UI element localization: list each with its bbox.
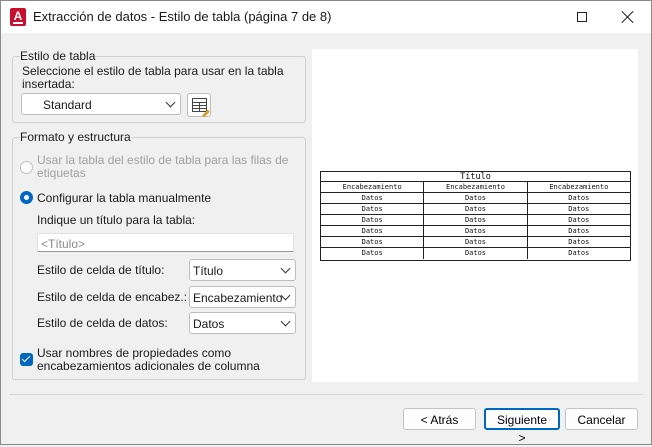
preview-data-cell: Datos <box>321 204 425 214</box>
cancel-button[interactable]: Cancelar <box>565 408 638 430</box>
title-cell-style-label: Estilo de celda de título: <box>37 263 165 277</box>
preview-data-cell: Datos <box>568 216 590 224</box>
title-cell-style-value: Título <box>193 264 224 278</box>
preview-header-cell: Encabezamiento <box>549 183 609 191</box>
chevron-down-icon <box>280 316 291 327</box>
table-style-dropdown-value: Standard <box>43 98 92 112</box>
data-cell-style-label: Estilo de celda de datos: <box>37 316 168 330</box>
preview-data-row: Datos Datos Datos <box>321 248 630 259</box>
preview-data-cell: Datos <box>321 193 425 203</box>
use-property-names-label: Usar nombres de propiedades como encabez… <box>37 346 260 373</box>
preview-data-cell: Datos <box>424 215 528 225</box>
data-cell-style-value: Datos <box>193 317 225 331</box>
preview-data-cell: Datos <box>568 194 590 202</box>
preview-data-cell: Datos <box>424 237 528 247</box>
preview-data-row: Datos Datos Datos <box>321 237 630 248</box>
preview-data-row: Datos Datos Datos <box>321 204 630 215</box>
preview-data-cell: Datos <box>568 205 590 213</box>
preview-data-cell: Datos <box>321 215 425 225</box>
use-style-radio-label: Usar la tabla del estilo de tabla para l… <box>37 153 289 180</box>
header-cell-style-value: Encabezamiento <box>193 291 283 305</box>
header-cell-style-label: Estilo de celda de encabez.: <box>37 290 188 304</box>
preview-data-row: Datos Datos Datos <box>321 215 630 226</box>
preview-header-cell: Encabezamiento <box>424 182 528 192</box>
title-cell-style-dropdown[interactable]: Título <box>189 259 296 281</box>
preview-data-cell: Datos <box>568 238 590 246</box>
preview-header-cell: Encabezamiento <box>321 182 425 192</box>
table-style-dropdown[interactable]: Standard <box>21 93 181 115</box>
table-style-prompt: Seleccione el estilo de tabla para usar … <box>22 64 284 91</box>
maximize-button[interactable] <box>559 1 605 33</box>
table-style-group-title: Estilo de tabla <box>20 49 96 63</box>
table-preview: Título Encabezamiento Encabezamiento Enc… <box>312 49 638 382</box>
preview-data-cell: Datos <box>568 227 590 235</box>
preview-data-cell: Datos <box>321 237 425 247</box>
preview-data-cell: Datos <box>321 248 425 259</box>
data-cell-style-dropdown[interactable]: Datos <box>189 312 296 334</box>
preview-table: Título Encabezamiento Encabezamiento Enc… <box>320 171 631 261</box>
use-property-names-checkbox[interactable] <box>20 353 33 366</box>
table-title-prompt: Indique un título para la tabla: <box>37 213 196 227</box>
back-button[interactable]: < Atrás <box>403 408 476 430</box>
window-title: Extracción de datos - Estilo de tabla (p… <box>33 9 332 24</box>
preview-data-cell: Datos <box>424 193 528 203</box>
preview-data-cell: Datos <box>424 226 528 236</box>
table-style-button[interactable] <box>187 93 211 117</box>
chevron-down-icon <box>280 263 291 274</box>
dialog-window: A Extracción de datos - Estilo de tabla … <box>0 0 652 445</box>
preview-data-row: Datos Datos Datos <box>321 226 630 237</box>
preview-data-cell: Datos <box>568 249 590 257</box>
preview-data-cell: Datos <box>424 204 528 214</box>
close-icon <box>622 11 634 23</box>
preview-data-row: Datos Datos Datos <box>321 193 630 204</box>
table-style-icon <box>192 98 207 112</box>
autocad-app-icon: A <box>10 8 26 26</box>
chevron-down-icon <box>165 97 176 108</box>
manual-config-radio-label: Configurar la tabla manualmente <box>37 191 212 205</box>
header-cell-style-dropdown[interactable]: Encabezamiento <box>189 286 296 308</box>
use-style-radio[interactable] <box>20 161 33 174</box>
format-group-title: Formato y estructura <box>20 130 131 144</box>
footer-divider <box>9 394 643 395</box>
next-button[interactable]: Siguiente > <box>484 408 560 445</box>
manual-config-radio[interactable] <box>20 191 33 204</box>
table-title-placeholder: <Título> <box>41 237 86 251</box>
title-bar[interactable]: A Extracción de datos - Estilo de tabla … <box>1 1 651 33</box>
preview-data-cell: Datos <box>321 226 425 236</box>
maximize-icon <box>577 12 587 22</box>
preview-data-cell: Datos <box>424 248 528 259</box>
close-button[interactable] <box>605 1 651 33</box>
table-title-input[interactable]: <Título> <box>37 233 294 252</box>
preview-table-title: Título <box>321 172 630 182</box>
preview-header-row: Encabezamiento Encabezamiento Encabezami… <box>321 182 630 193</box>
